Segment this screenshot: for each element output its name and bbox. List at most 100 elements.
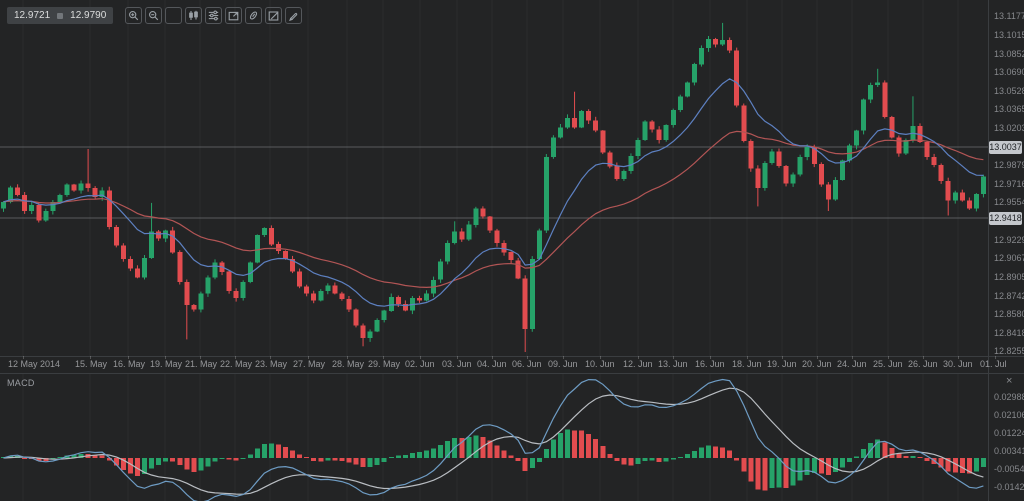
macd-histogram-bar: [304, 457, 309, 458]
toolbar-buttons: 4H: [125, 7, 302, 24]
macd-histogram-bar: [692, 451, 697, 458]
candle-up: [445, 243, 450, 261]
macd-histogram-bar: [438, 445, 443, 458]
macd-histogram-bar: [579, 431, 584, 458]
macd-histogram-bar: [643, 458, 648, 461]
date-tick-label: 27. May: [293, 359, 325, 369]
ask-price: 12.9790: [70, 10, 106, 21]
macd-histogram-bar: [417, 452, 422, 458]
candle-up: [791, 174, 796, 183]
candle-down: [889, 117, 894, 138]
candle-up: [325, 286, 330, 292]
macd-histogram-bar: [156, 458, 161, 465]
candle-down: [516, 260, 521, 278]
candle-up: [678, 96, 683, 110]
candle-down: [925, 142, 930, 157]
timeframe-button[interactable]: 4H: [165, 7, 182, 24]
candle-up: [43, 211, 48, 221]
macd-histogram-bar: [375, 458, 380, 465]
price-tick-label: 13.0528: [994, 86, 1024, 96]
candle-down: [86, 183, 91, 188]
export-button[interactable]: [225, 7, 242, 24]
candle-down: [297, 272, 302, 287]
zoom-out-button[interactable]: [145, 7, 162, 24]
candle-down: [72, 185, 77, 191]
candle-down: [480, 209, 485, 217]
macd-histogram-bar: [205, 458, 210, 467]
edit-button[interactable]: [265, 7, 282, 24]
candle-down: [396, 297, 401, 304]
candle-down: [276, 244, 281, 251]
macd-histogram-bar: [614, 458, 619, 461]
macd-histogram-bar: [678, 457, 683, 458]
candle-down: [614, 166, 619, 179]
panel-divider: [0, 373, 1024, 374]
candle-down: [170, 231, 175, 253]
macd-histogram-bar: [22, 458, 27, 459]
candle-down: [939, 165, 944, 181]
candle-down: [509, 252, 514, 260]
candle-up: [530, 259, 535, 329]
macd-histogram-bar: [544, 449, 549, 458]
macd-histogram-bar: [713, 446, 718, 458]
macd-histogram-bar: [798, 458, 803, 481]
macd-close-icon[interactable]: ×: [1004, 374, 1014, 388]
candle-down: [946, 181, 951, 201]
price-tick-label: 12.9554: [994, 197, 1024, 207]
macd-histogram-bar: [854, 456, 859, 458]
date-tick-label: 15. May: [75, 359, 107, 369]
macd-histogram-bar: [840, 458, 845, 467]
price-line-badge: 12.9418: [989, 212, 1022, 225]
zoom-in-button[interactable]: [125, 7, 142, 24]
candle-up: [798, 157, 803, 174]
candle-down: [191, 305, 196, 310]
candle-up: [368, 331, 373, 338]
candle-down: [495, 231, 500, 244]
macd-histogram-bar: [699, 448, 704, 458]
macd-tick-label: 0.02988: [994, 392, 1024, 402]
macd-histogram-bar: [593, 439, 598, 458]
indicators-button[interactable]: [205, 7, 222, 24]
macd-histogram-bar: [720, 447, 725, 458]
candle-up: [974, 194, 979, 209]
price-tick-label: 12.8742: [994, 291, 1024, 301]
macd-histogram-bar: [191, 458, 196, 472]
macd-histogram-bar: [354, 458, 359, 465]
price-tick-label: 12.8580: [994, 309, 1024, 319]
candlestick-icon: [188, 10, 199, 21]
candle-down: [650, 122, 655, 130]
date-tick-label: 13. Jun: [658, 359, 688, 369]
candle-up: [438, 261, 443, 279]
candle-up: [861, 100, 866, 131]
macd-histogram-bar: [339, 458, 344, 461]
horizontal-price-lines[interactable]: [0, 147, 988, 218]
date-tick-label: 30. Jun: [943, 359, 973, 369]
candles-group: [1, 23, 986, 352]
candle-down: [304, 287, 309, 294]
macd-histogram-bar: [812, 458, 817, 473]
candle-up: [636, 140, 641, 156]
date-tick-label: 16. Jun: [695, 359, 725, 369]
macd-histogram-bar: [650, 458, 655, 461]
macd-histogram-bar: [530, 458, 535, 468]
candle-up: [565, 118, 570, 127]
pencil-square-icon: [268, 10, 279, 21]
date-tick-label: 25. Jun: [873, 359, 903, 369]
candle-up: [903, 140, 908, 154]
macd-chart-surface[interactable]: [0, 373, 988, 501]
price-tick-label: 12.9067: [994, 253, 1024, 263]
macd-histogram-bar: [248, 454, 253, 458]
quote-separator-icon: [57, 13, 63, 19]
macd-histogram-bar: [332, 458, 337, 461]
draw-button[interactable]: [285, 7, 302, 24]
macd-histogram-bar: [628, 458, 633, 466]
macd-histogram-bar: [149, 458, 154, 469]
date-tick-label: 22. May: [220, 359, 252, 369]
chart-toolbar: 12.9721 12.9790 4H: [7, 7, 302, 24]
quote-badge[interactable]: 12.9721 12.9790: [7, 7, 113, 24]
chart-type-button[interactable]: [185, 7, 202, 24]
panel-divider: [0, 356, 1024, 357]
macd-histogram-bar: [551, 439, 556, 458]
price-chart-surface[interactable]: [0, 0, 988, 356]
attach-button[interactable]: [245, 7, 262, 24]
